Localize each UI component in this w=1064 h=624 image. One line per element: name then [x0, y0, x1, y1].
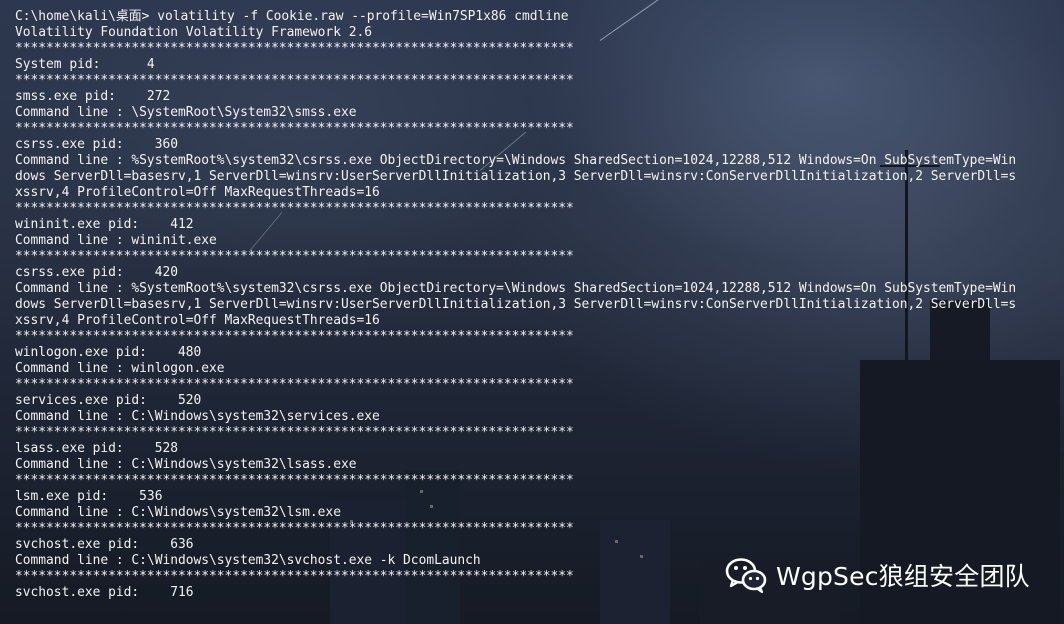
console-line: dows ServerDll=basesrv,1 ServerDll=winsr… [15, 169, 1017, 184]
console-line: ****************************************… [15, 201, 574, 216]
console-line: ****************************************… [15, 377, 574, 392]
terminal-window[interactable]: C:\home\kali\桌面> volatility -f Cookie.ra… [0, 0, 1064, 624]
watermark-text: WgpSec狼组安全团队 [776, 562, 1030, 591]
console-line: Command line : \SystemRoot\System32\smss… [15, 105, 357, 120]
console-line: Command line : winlogon.exe [15, 361, 225, 376]
console-line: Command line : C:\Windows\system32\lsm.e… [15, 505, 341, 520]
console-line: ****************************************… [15, 473, 574, 488]
console-line: ****************************************… [15, 121, 574, 136]
console-line: ****************************************… [15, 41, 574, 56]
console-line: csrss.exe pid: 360 [15, 137, 178, 152]
console-line: Command line : C:\Windows\system32\servi… [15, 409, 380, 424]
console-line: C:\home\kali\桌面> volatility -f Cookie.ra… [15, 9, 569, 24]
console-line: dows ServerDll=basesrv,1 ServerDll=winsr… [15, 297, 1017, 312]
console-line: xssrv,4 ProfileControl=Off MaxRequestThr… [15, 185, 380, 200]
console-line: Command line : %SystemRoot%\system32\csr… [15, 281, 1017, 296]
console-line: Volatility Foundation Volatility Framewo… [15, 25, 372, 40]
console-line: System pid: 4 [15, 57, 155, 72]
console-line: ****************************************… [15, 425, 574, 440]
console-line: svchost.exe pid: 636 [15, 537, 194, 552]
console-line: xssrv,4 ProfileControl=Off MaxRequestThr… [15, 313, 380, 328]
console-line: ****************************************… [15, 73, 574, 88]
console-line: winlogon.exe pid: 480 [15, 345, 202, 360]
console-output[interactable]: C:\home\kali\桌面> volatility -f Cookie.ra… [15, 9, 1055, 601]
console-line: lsm.exe pid: 536 [15, 489, 163, 504]
console-line: wininit.exe pid: 412 [15, 217, 194, 232]
watermark: WgpSec狼组安全团队 [724, 555, 1030, 595]
console-line: ****************************************… [15, 249, 574, 264]
console-line: services.exe pid: 520 [15, 393, 202, 408]
console-line: csrss.exe pid: 420 [15, 265, 178, 280]
console-line: ****************************************… [15, 521, 574, 536]
console-line: smss.exe pid: 272 [15, 89, 171, 104]
console-line: Command line : wininit.exe [15, 233, 217, 248]
console-line: Command line : %SystemRoot%\system32\csr… [15, 153, 1017, 168]
console-line: lsass.exe pid: 528 [15, 441, 178, 456]
console-line: Command line : C:\Windows\system32\lsass… [15, 457, 357, 472]
wechat-icon [725, 558, 767, 594]
console-line: ****************************************… [15, 329, 574, 344]
